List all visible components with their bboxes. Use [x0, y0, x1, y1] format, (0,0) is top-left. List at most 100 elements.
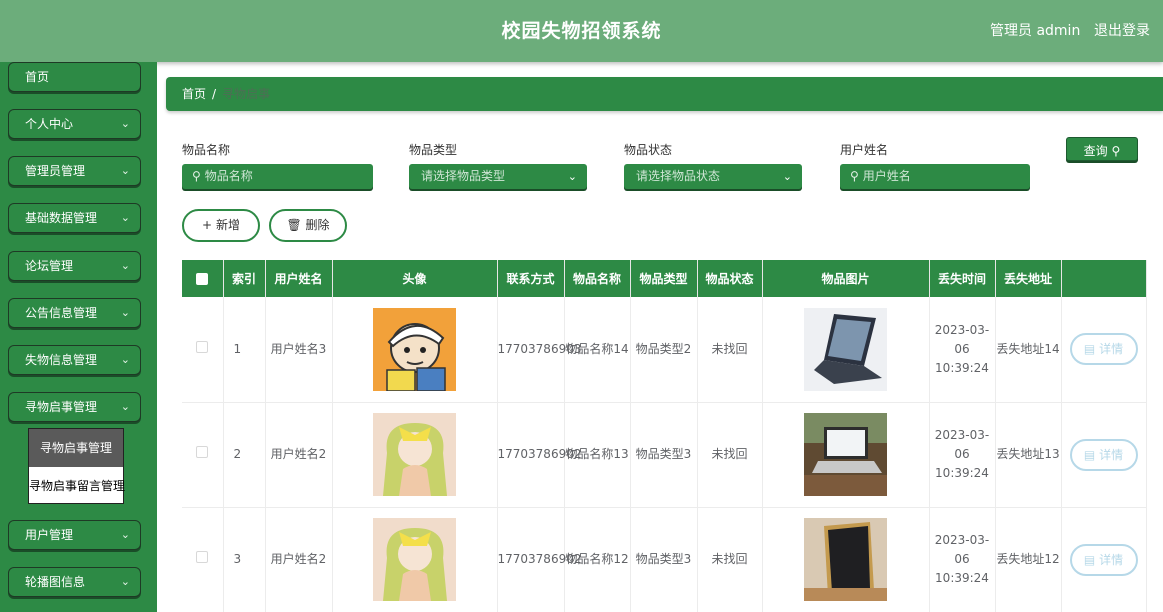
table-header-cell: 物品状态 [697, 260, 763, 297]
item-type-select[interactable]: 请选择物品类型 ⌄ [409, 164, 587, 189]
table-header-cell: 索引 [223, 260, 266, 297]
chevron-down-icon: ⌄ [120, 528, 130, 541]
row-select-cell[interactable] [182, 402, 224, 508]
select-all-checkbox[interactable] [196, 273, 209, 285]
cell-avatar [332, 297, 498, 403]
table-header-cell: 物品名称 [564, 260, 631, 297]
sidebar-item-lost-items[interactable]: 失物信息管理 ⌄ [8, 345, 141, 375]
add-button[interactable]: + 新增 [182, 209, 260, 242]
table-header-cell: 用户姓名 [265, 260, 333, 297]
sidebar-item-search-notice[interactable]: 寻物启事管理 ⌄ [8, 392, 141, 422]
cell-phone: 17703786902 [497, 507, 581, 612]
avatar [373, 413, 456, 496]
chevron-down-icon: ⌄ [120, 211, 130, 224]
trash-icon: 🗑 [286, 218, 302, 232]
chevron-down-icon: ⌄ [120, 306, 130, 319]
breadcrumb-separator: / [212, 87, 217, 101]
submenu-search-notice: 寻物启事管理 寻物启事留言管理 [28, 428, 125, 505]
cell-user: 用户姓名2 [265, 507, 333, 612]
item-name-placeholder: 物品名称 [204, 169, 253, 183]
cell-item-name: 物品名称12 [564, 507, 631, 612]
table-header-cell [1061, 260, 1147, 297]
top-header: 校园失物招领系统 管理员 admin 退出登录 [0, 0, 1163, 62]
sidebar-item-forum[interactable]: 论坛管理 ⌄ [8, 251, 141, 281]
cell-item-image [762, 297, 930, 403]
submenu-item-search-notice-comments[interactable]: 寻物启事留言管理 [29, 467, 125, 505]
detail-button[interactable]: ▤ 详情 [1069, 543, 1138, 576]
table-header-cell: 联系方式 [497, 260, 565, 297]
row-checkbox[interactable] [196, 446, 209, 458]
item-name-input[interactable]: ⚲ 物品名称 [182, 164, 373, 189]
cell-avatar [332, 507, 498, 612]
cell-avatar [332, 402, 498, 508]
table-header-cell: 头像 [332, 260, 498, 297]
user-name-placeholder: 用户姓名 [862, 169, 911, 183]
sidebar-item-label: 首页 [25, 70, 50, 84]
avatar [373, 518, 456, 601]
cell-lost-time: 2023-03-06 10:39:24 [929, 507, 996, 612]
table-header-cell: 物品类型 [630, 260, 698, 297]
cell-address: 丢失地址13 [995, 402, 1062, 508]
cell-index: 2 [223, 402, 266, 508]
cell-actions: ▤ 详情 [1061, 402, 1147, 508]
user-name-input[interactable]: ⚲ 用户姓名 [840, 164, 1030, 189]
detail-button[interactable]: ▤ 详情 [1069, 438, 1138, 471]
sidebar-item-label: 管理员管理 [25, 164, 86, 178]
table-header-cell: 丢失地址 [995, 260, 1062, 297]
chevron-down-icon: ⌄ [120, 164, 130, 177]
row-checkbox[interactable] [196, 340, 209, 353]
row-select-cell[interactable] [182, 297, 224, 403]
row-select-cell[interactable] [182, 507, 224, 612]
document-icon: ▤ [1083, 342, 1096, 357]
cell-index: 3 [223, 507, 266, 612]
item-image [804, 307, 887, 391]
breadcrumb-home[interactable]: 首页 [182, 87, 206, 101]
cell-phone: 17703786902 [497, 402, 581, 508]
sidebar-item-carousel[interactable]: 轮播图信息 ⌄ [8, 567, 141, 597]
chevron-down-icon: ⌄ [120, 353, 130, 366]
avatar [373, 307, 456, 391]
breadcrumb-current: 寻物启事 [222, 87, 271, 101]
delete-button[interactable]: 🗑 删除 [269, 209, 347, 242]
detail-label: 详情 [1099, 342, 1124, 357]
logout-link[interactable]: 退出登录 [1094, 20, 1150, 40]
submenu-item-search-notice-management[interactable]: 寻物启事管理 [29, 429, 123, 467]
table-row: 3 用户姓名2 17703786902 物品名称12 物品类型3 未找回 202… [182, 507, 1147, 612]
query-label: 查询 [1083, 144, 1108, 158]
sidebar-item-user-management[interactable]: 用户管理 ⌄ [8, 520, 141, 550]
delete-label: 删除 [305, 218, 330, 232]
cell-item-type: 物品类型3 [630, 507, 698, 612]
cell-item-image [762, 402, 930, 508]
chevron-down-icon: ⌄ [782, 170, 792, 183]
chevron-down-icon: ⌄ [120, 259, 130, 272]
detail-button[interactable]: ▤ 详情 [1069, 333, 1138, 366]
add-label: 新增 [215, 218, 240, 232]
cell-user: 用户姓名2 [265, 402, 333, 508]
item-status-select[interactable]: 请选择物品状态 ⌄ [624, 164, 802, 189]
plus-icon: + [202, 218, 213, 232]
select-all-header[interactable] [182, 260, 224, 297]
sidebar-item-admin-management[interactable]: 管理员管理 ⌄ [8, 156, 141, 186]
sidebar-item-label: 论坛管理 [25, 259, 74, 273]
cell-status: 未找回 [697, 507, 763, 612]
cell-address: 丢失地址14 [995, 297, 1062, 403]
sidebar-item-label: 轮播图信息 [25, 575, 86, 589]
cell-item-type: 物品类型3 [630, 402, 698, 508]
sidebar-item-personal-center[interactable]: 个人中心 ⌄ [8, 109, 141, 139]
cell-address: 丢失地址12 [995, 507, 1062, 612]
cell-index: 1 [223, 297, 266, 403]
sidebar-item-home[interactable]: 首页 [8, 62, 141, 92]
cell-actions: ▤ 详情 [1061, 297, 1147, 403]
cell-phone: 17703786903 [497, 297, 581, 403]
query-button[interactable]: 查询 ⚲ [1066, 137, 1138, 161]
item-type-placeholder: 请选择物品类型 [421, 169, 506, 183]
item-status-label: 物品状态 [624, 143, 673, 157]
cell-item-type: 物品类型2 [630, 297, 698, 403]
document-icon: ▤ [1083, 447, 1096, 462]
sidebar-item-notice[interactable]: 公告信息管理 ⌄ [8, 298, 141, 328]
detail-label: 详情 [1099, 552, 1124, 567]
cell-lost-time: 2023-03-06 10:39:24 [929, 402, 996, 508]
row-checkbox[interactable] [196, 551, 209, 563]
item-image [804, 518, 887, 601]
sidebar-item-basic-data[interactable]: 基础数据管理 ⌄ [8, 203, 141, 233]
